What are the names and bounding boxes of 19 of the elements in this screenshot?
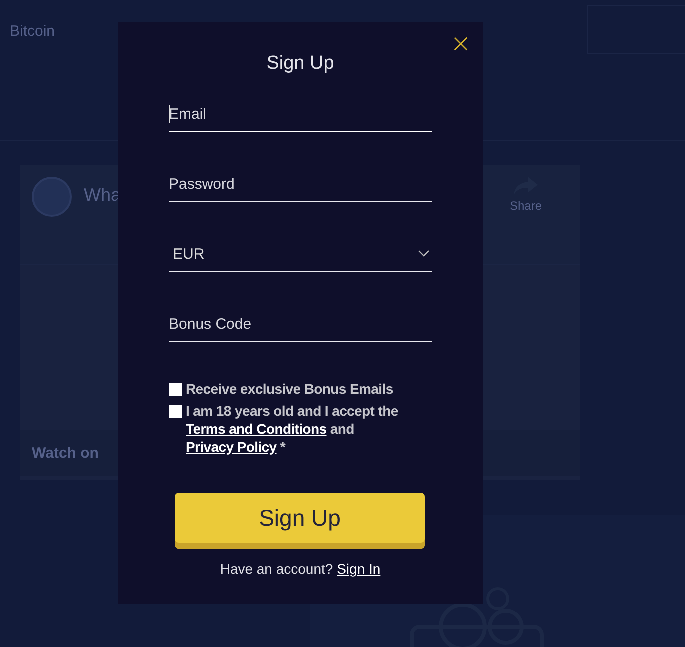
link[interactable]: Privacy Policy — [186, 439, 277, 455]
signin-prompt: Have an account? Sign In — [219, 561, 382, 577]
input-field[interactable]: Bonus Code — [169, 307, 432, 342]
dialog-title: Sign Up — [266, 53, 336, 75]
checkbox-label: I am 18 years old and I accept the Terms and Conditions and Privacy Policy * — [186, 402, 400, 456]
input-field[interactable]: Password — [169, 167, 432, 202]
chevron-icon[interactable] — [418, 250, 430, 258]
link[interactable]: Terms and Conditions — [186, 421, 327, 437]
checkbox[interactable] — [169, 405, 182, 418]
close-icon[interactable] — [454, 37, 468, 51]
share-label: Share — [510, 199, 542, 213]
brand-label: Bitcoin — [10, 23, 56, 40]
signin-link[interactable]: Sign In — [337, 561, 381, 577]
text-cursor — [169, 105, 170, 123]
signup-button[interactable]: Sign Up — [175, 493, 425, 549]
checkbox[interactable] — [169, 383, 182, 396]
channel-avatar — [32, 177, 72, 217]
currency-select[interactable]: EUR — [169, 237, 432, 272]
checkbox-label: Receive exclusive Bonus Emails — [186, 380, 394, 398]
